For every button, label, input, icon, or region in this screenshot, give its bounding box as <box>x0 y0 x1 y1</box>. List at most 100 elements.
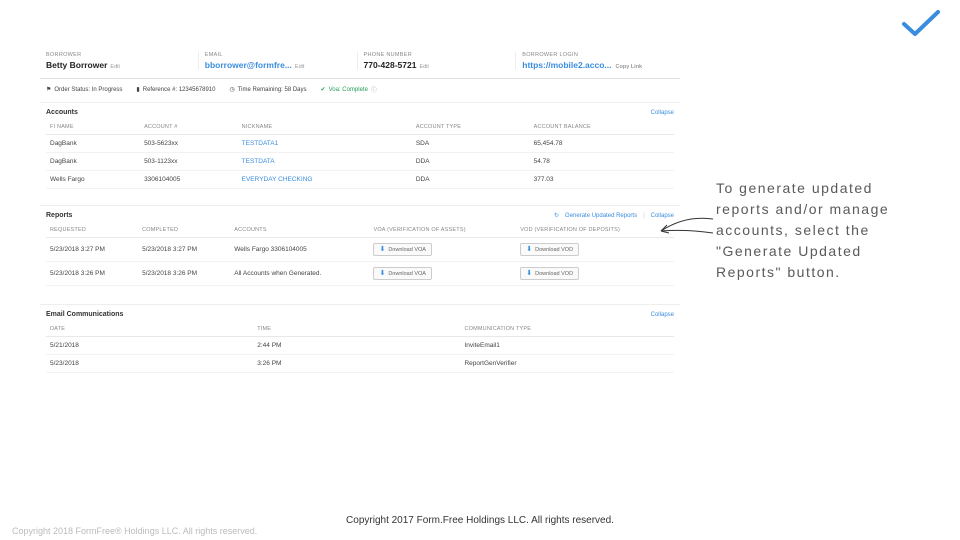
table-row: 5/23/2018 3:27 PM5/23/2018 3:27 PMWells … <box>46 238 674 262</box>
cell-req: 5/23/2018 3:27 PM <box>46 238 138 262</box>
flag-icon: ⚑ <box>46 86 51 93</box>
refresh-icon: ↻ <box>554 212 559 219</box>
email-label: EMAIL <box>205 52 351 58</box>
cell-bal: 65,454.78 <box>530 135 674 153</box>
download-icon: ⬇ <box>526 270 532 277</box>
status-row: ⚑Order Status: In Progress ▮ Reference #:… <box>40 79 680 103</box>
edit-borrower-link[interactable]: Edit <box>110 64 119 70</box>
table-row: 5/21/20182:44 PMInviteEmail1 <box>46 337 674 355</box>
download-icon: ⬇ <box>379 246 385 253</box>
download-icon: ⬇ <box>379 270 385 277</box>
table-row: DagBank503-1123xxTESTDATADDA54.78 <box>46 153 674 171</box>
borrower-label: BORROWER <box>46 52 192 58</box>
callout-arrow <box>655 213 715 246</box>
download-vod-button[interactable]: ⬇Download VOD <box>520 267 579 280</box>
cell-fi: DagBank <box>46 135 140 153</box>
col-nick: NICKNAME <box>238 120 412 135</box>
col-vod: VOD (VERIFICATION OF DEPOSITS) <box>516 223 674 238</box>
cell-vod: ⬇Download VOD <box>516 238 674 262</box>
email-value: bborrower@formfre...Edit <box>205 60 351 70</box>
accounts-table: FI NAME ACCOUNT # NICKNAME ACCOUNT TYPE … <box>46 120 674 189</box>
cell-voa: ⬇Download VOA <box>369 238 516 262</box>
col-req: REQUESTED <box>46 223 138 238</box>
edit-phone-link[interactable]: Edit <box>419 64 428 70</box>
cell-bal: 377.03 <box>530 171 674 189</box>
col-date: DATE <box>46 322 253 337</box>
cell-type: SDA <box>412 135 530 153</box>
cell-req: 5/23/2018 3:26 PM <box>46 262 138 286</box>
callout-text: To generate updated reports and/or manag… <box>716 178 926 283</box>
email-collapse-link[interactable]: Collapse <box>651 312 674 318</box>
download-vod-button[interactable]: ⬇Download VOD <box>520 243 579 256</box>
cell-nick[interactable]: TESTDATA <box>238 153 412 171</box>
check-icon: ✔ <box>321 86 326 93</box>
clock-icon: ◷ <box>229 86 234 93</box>
logo-checkmark <box>900 8 942 43</box>
download-voa-button[interactable]: ⬇Download VOA <box>373 267 431 280</box>
email-section: Email Communications Collapse DATE TIME … <box>40 304 680 379</box>
col-voa: VOA (VERIFICATION OF ASSETS) <box>369 223 516 238</box>
table-row: Wells Fargo3306104005EVERYDAY CHECKINGDD… <box>46 171 674 189</box>
edit-email-link[interactable]: Edit <box>295 64 304 70</box>
accounts-collapse-link[interactable]: Collapse <box>651 110 674 116</box>
col-time: TIME <box>253 322 460 337</box>
col-comp: COMPLETED <box>138 223 230 238</box>
order-header: BORROWER Betty BorrowerEdit EMAIL bborro… <box>40 48 680 79</box>
login-url-label: BORROWER LOGIN <box>522 52 668 58</box>
download-voa-button[interactable]: ⬇Download VOA <box>373 243 431 256</box>
phone-label: PHONE NUMBER <box>364 52 510 58</box>
order-detail-panel: BORROWER Betty BorrowerEdit EMAIL bborro… <box>40 48 680 379</box>
info-icon: ⓘ <box>371 85 377 94</box>
cell-time: 3:26 PM <box>253 355 460 373</box>
cell-date: 5/23/2018 <box>46 355 253 373</box>
col-accts: ACCOUNTS <box>230 223 369 238</box>
cell-time: 2:44 PM <box>253 337 460 355</box>
table-row: DagBank503-5623xxTESTDATA1SDA65,454.78 <box>46 135 674 153</box>
cell-comp: 5/23/2018 3:26 PM <box>138 262 230 286</box>
order-status: Order Status: In Progress <box>54 87 122 93</box>
cell-bal: 54.78 <box>530 153 674 171</box>
bookmark-icon: ▮ <box>136 86 139 93</box>
col-fi: FI NAME <box>46 120 140 135</box>
cell-type: DDA <box>412 171 530 189</box>
voa-status: Voa: Complete <box>329 87 368 93</box>
col-commtype: COMMUNICATION TYPE <box>460 322 674 337</box>
cell-comp: 5/23/2018 3:27 PM <box>138 238 230 262</box>
reports-title: Reports <box>46 212 72 219</box>
cell-acct: 3306104005 <box>140 171 238 189</box>
cell-acct: Wells Fargo 3306104005 <box>230 238 369 262</box>
cell-voa: ⬇Download VOA <box>369 262 516 286</box>
col-acct: ACCOUNT # <box>140 120 238 135</box>
col-type: ACCOUNT TYPE <box>412 120 530 135</box>
email-table: DATE TIME COMMUNICATION TYPE 5/21/20182:… <box>46 322 674 373</box>
cell-type: DDA <box>412 153 530 171</box>
accounts-section: Accounts Collapse FI NAME ACCOUNT # NICK… <box>40 103 680 195</box>
phone-value: 770-428-5721Edit <box>364 60 510 70</box>
cell-nick[interactable]: TESTDATA1 <box>238 135 412 153</box>
reference-number: Reference #: 12345678910 <box>143 87 216 93</box>
cell-nick[interactable]: EVERYDAY CHECKING <box>238 171 412 189</box>
cell-fi: DagBank <box>46 153 140 171</box>
cell-acct: 503-1123xx <box>140 153 238 171</box>
email-title: Email Communications <box>46 311 123 318</box>
generate-updated-reports-button[interactable]: Generate Updated Reports <box>565 213 637 219</box>
accounts-title: Accounts <box>46 109 78 116</box>
reports-table: REQUESTED COMPLETED ACCOUNTS VOA (VERIFI… <box>46 223 674 286</box>
cell-acct: All Accounts when Generated. <box>230 262 369 286</box>
table-row: 5/23/20183:26 PMReportGenVerifier <box>46 355 674 373</box>
cell-vod: ⬇Download VOD <box>516 262 674 286</box>
cell-type: ReportGenVerifier <box>460 355 674 373</box>
cell-date: 5/21/2018 <box>46 337 253 355</box>
borrower-name: Betty BorrowerEdit <box>46 60 192 70</box>
table-row: 5/23/2018 3:26 PM5/23/2018 3:26 PMAll Ac… <box>46 262 674 286</box>
col-bal: ACCOUNT BALANCE <box>530 120 674 135</box>
copy-link-button[interactable]: Copy Link <box>616 64 643 70</box>
login-url-value: https://mobile2.acco...Copy Link <box>522 60 668 70</box>
copyright-footer: Copyright 2018 FormFree® Holdings LLC. A… <box>12 526 257 536</box>
cell-type: InviteEmail1 <box>460 337 674 355</box>
reports-section: Reports ↻ Generate Updated Reports | Col… <box>40 205 680 292</box>
cell-fi: Wells Fargo <box>46 171 140 189</box>
cell-acct: 503-5623xx <box>140 135 238 153</box>
copyright-main: Copyright 2017 Form.Free Holdings LLC. A… <box>0 515 960 526</box>
time-remaining: Time Remaining: 58 Days <box>238 87 307 93</box>
